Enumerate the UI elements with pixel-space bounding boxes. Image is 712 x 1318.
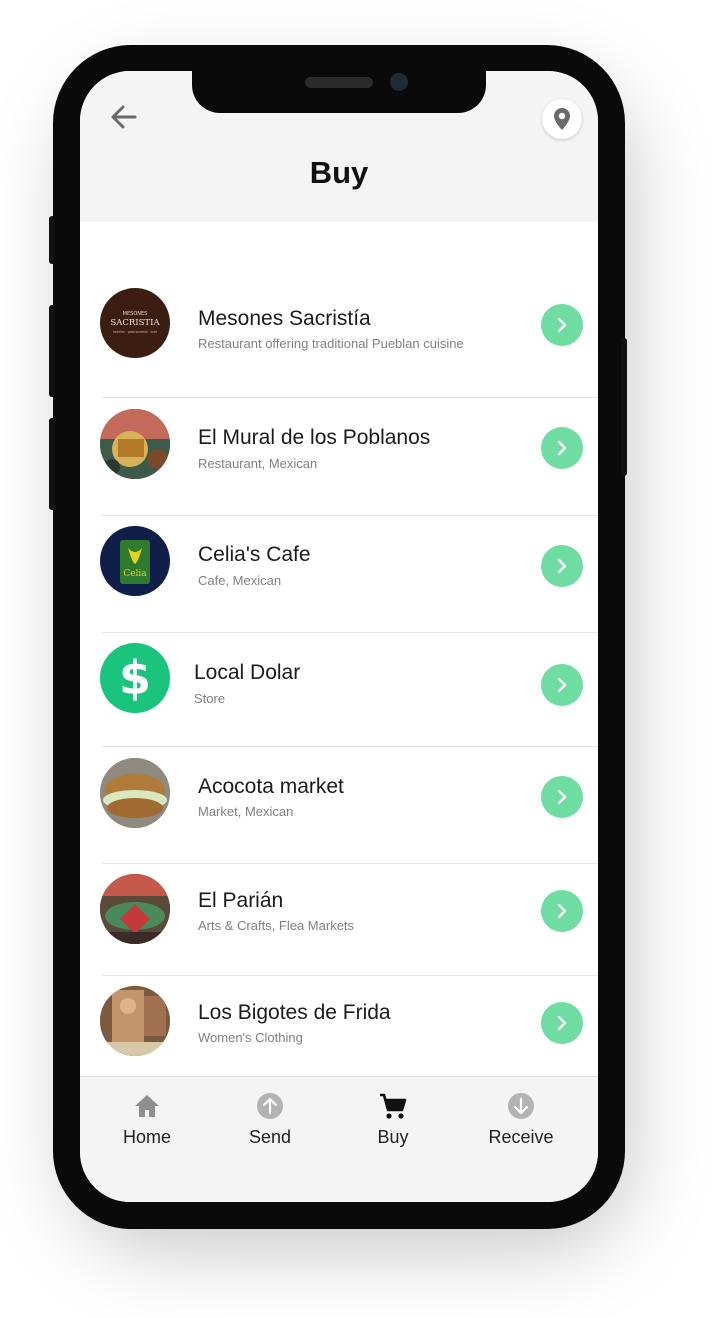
dollar-logo: $ — [100, 643, 170, 713]
chevron-right-icon — [557, 558, 567, 574]
merchant-photo — [100, 986, 170, 1056]
merchant-photo — [100, 874, 170, 944]
tab-label: Home — [122, 1127, 171, 1147]
list-item[interactable]: MESONES SACRISTIA hoteles · gastronomía … — [80, 282, 598, 397]
chevron-right-icon — [557, 317, 567, 333]
cart-icon — [378, 1091, 408, 1121]
phone-notch — [192, 71, 486, 113]
svg-text:Celia: Celia — [123, 569, 147, 579]
location-button[interactable] — [542, 99, 582, 139]
merchant-photo — [100, 758, 170, 828]
arrow-up-circle-icon — [255, 1091, 285, 1121]
dollar-sign-icon: $ — [118, 651, 151, 705]
merchant-name: Celia's Cafe — [198, 543, 311, 566]
merchant-category: Market, Mexican — [198, 804, 294, 819]
tab-label: Receive — [488, 1127, 554, 1147]
chevron-right-icon — [557, 1015, 567, 1031]
merchant-photo — [100, 409, 170, 479]
sacristia-logo: MESONES SACRISTIA hoteles · gastronomía … — [110, 311, 160, 334]
chevron-right-icon — [557, 440, 567, 456]
list-item[interactable]: $ Local Dolar Store — [80, 633, 598, 746]
open-merchant-button[interactable] — [541, 304, 583, 346]
merchant-logo: Celia — [100, 526, 170, 596]
tab-label: Send — [248, 1127, 292, 1147]
list-item[interactable]: El Mural de los Poblanos Restaurant, Mex… — [80, 398, 598, 515]
back-button[interactable] — [108, 101, 140, 133]
merchant-name: Mesones Sacristía — [198, 307, 371, 330]
tab-buy[interactable]: Buy — [338, 1091, 448, 1148]
tab-receive[interactable]: Receive — [466, 1091, 576, 1148]
merchant-category: Restaurant, Mexican — [198, 456, 318, 471]
chevron-right-icon — [557, 789, 567, 805]
open-merchant-button[interactable] — [541, 776, 583, 818]
merchant-name: Acocota market — [198, 775, 344, 798]
app-screen: Buy MESONES SACRISTIA hoteles · gastrono… — [80, 71, 598, 1202]
merchant-category: Arts & Crafts, Flea Markets — [198, 918, 355, 933]
open-merchant-button[interactable] — [541, 1002, 583, 1044]
open-merchant-button[interactable] — [541, 427, 583, 469]
front-camera — [390, 73, 408, 91]
merchant-name: El Parián — [198, 889, 284, 912]
merchant-category: Restaurant offering traditional Pueblan … — [198, 336, 464, 351]
list-item[interactable]: El Parián Arts & Crafts, Flea Markets — [80, 864, 598, 975]
list-item[interactable]: Acocota market Market, Mexican — [80, 747, 598, 863]
svg-text:hoteles · gastronomía · arte: hoteles · gastronomía · arte — [113, 330, 157, 334]
celia-logo: Celia — [120, 540, 150, 584]
volume-down-button — [49, 418, 55, 510]
page-title: Buy — [309, 155, 369, 190]
arrow-down-circle-icon — [506, 1091, 536, 1121]
mute-switch — [49, 216, 55, 264]
open-merchant-button[interactable] — [541, 545, 583, 587]
tab-label: Buy — [377, 1127, 409, 1147]
open-merchant-button[interactable] — [541, 890, 583, 932]
chevron-right-icon — [557, 903, 567, 919]
open-merchant-button[interactable] — [541, 664, 583, 706]
speaker-grille — [305, 77, 373, 88]
merchant-category: Store — [194, 691, 226, 706]
merchant-category: Women's Clothing — [198, 1030, 303, 1045]
home-icon — [132, 1091, 162, 1121]
volume-up-button — [49, 305, 55, 397]
power-button — [621, 338, 627, 476]
merchant-logo: MESONES SACRISTIA hoteles · gastronomía … — [100, 288, 170, 358]
merchant-name: El Mural de los Poblanos — [198, 426, 431, 449]
tab-home[interactable]: Home — [92, 1091, 202, 1148]
svg-text:SACRISTIA: SACRISTIA — [110, 318, 160, 328]
arrow-left-icon — [111, 105, 137, 129]
merchant-name: Los Bigotes de Frida — [198, 1001, 391, 1024]
list-item[interactable]: Celia Celia's Cafe Cafe, Mexican — [80, 516, 598, 632]
bottom-tab-bar: Home Send Buy Receive — [80, 1076, 598, 1202]
svg-text:MESONES: MESONES — [123, 311, 148, 317]
tab-send[interactable]: Send — [215, 1091, 325, 1148]
chevron-right-icon — [557, 677, 567, 693]
merchant-name: Local Dolar — [194, 661, 301, 684]
merchant-category: Cafe, Mexican — [198, 573, 282, 588]
list-item[interactable]: Los Bigotes de Frida Women's Clothing — [80, 976, 598, 1076]
map-pin-icon — [554, 108, 570, 130]
